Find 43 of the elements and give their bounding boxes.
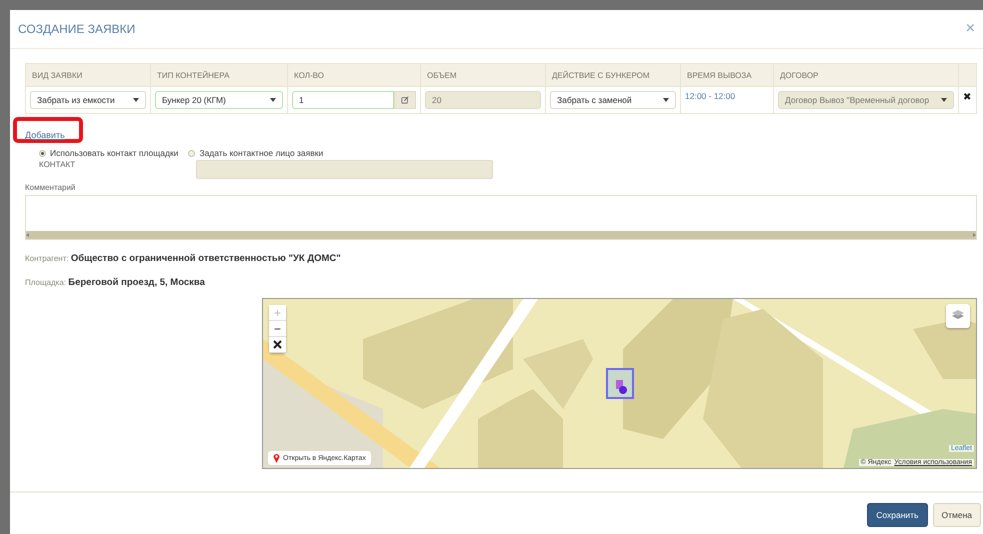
column-header: ВРЕМЯ ВЫВОЗА	[680, 64, 774, 86]
radio-icon[interactable]	[188, 150, 196, 156]
layers-icon	[951, 310, 965, 322]
column-header: ОБЪЕМ	[420, 64, 546, 86]
caret-icon	[270, 98, 276, 102]
input-field[interactable]: 1	[292, 91, 394, 109]
edit-button[interactable]	[394, 91, 416, 109]
caret-icon	[941, 98, 947, 102]
add-link[interactable]: Добавить	[25, 130, 65, 140]
scrollbar[interactable]	[26, 231, 976, 239]
dropdown[interactable]: Забрать с заменой	[550, 91, 676, 109]
zoom-out-button[interactable]: −	[269, 321, 286, 337]
dropdown[interactable]: Договор Вывоз "Временный договор	[778, 91, 954, 109]
delete-button[interactable]: ✖	[963, 91, 971, 103]
field-label: КОНТАКТ	[39, 160, 76, 169]
scroll-left-icon[interactable]	[26, 233, 29, 237]
comment-field[interactable]	[25, 195, 977, 240]
radio-icon[interactable]	[39, 150, 46, 156]
location-marker-icon	[606, 368, 634, 399]
radio-option[interactable]: Использовать контакт площадки	[39, 148, 178, 158]
fullscreen-icon	[273, 340, 282, 349]
caret-icon	[663, 98, 669, 102]
counterparty-text: Контрагент: Общество с ограниченной ответственностью "УК ДОМС"	[25, 253, 342, 264]
edit-icon	[401, 95, 409, 105]
dialog-title: СОЗДАНИЕ ЗАЯВКИ	[18, 22, 136, 36]
column-header: ДЕЙСТВИЕ С БУНКЕРОМ	[546, 64, 680, 86]
caret-icon	[133, 98, 139, 102]
layers-button[interactable]	[946, 304, 970, 328]
column-header: ВИД ЗАЯВКИ	[26, 64, 150, 86]
save-button[interactable]: Сохранить	[867, 503, 928, 527]
radio-option[interactable]: Задать контактное лицо заявки	[188, 148, 324, 158]
map-pin-icon	[273, 453, 280, 463]
field-label: Комментарий	[25, 183, 76, 192]
column-header: ДОГОВОР	[774, 64, 958, 86]
scroll-right-icon[interactable]	[973, 233, 976, 237]
dropdown[interactable]: Забрать из емкости	[30, 91, 146, 109]
fullscreen-button[interactable]	[269, 337, 286, 353]
column-header: КОЛ-ВО	[288, 64, 420, 86]
input-field: 20	[425, 91, 541, 109]
cancel-button[interactable]: Отмена	[932, 503, 981, 527]
dropdown[interactable]: Бункер 20 (КГМ)	[155, 91, 283, 109]
site-text: Площадка: Береговой проезд, 5, Москва	[25, 277, 206, 288]
column-header: ТИП КОНТЕЙНЕРА	[150, 64, 288, 86]
